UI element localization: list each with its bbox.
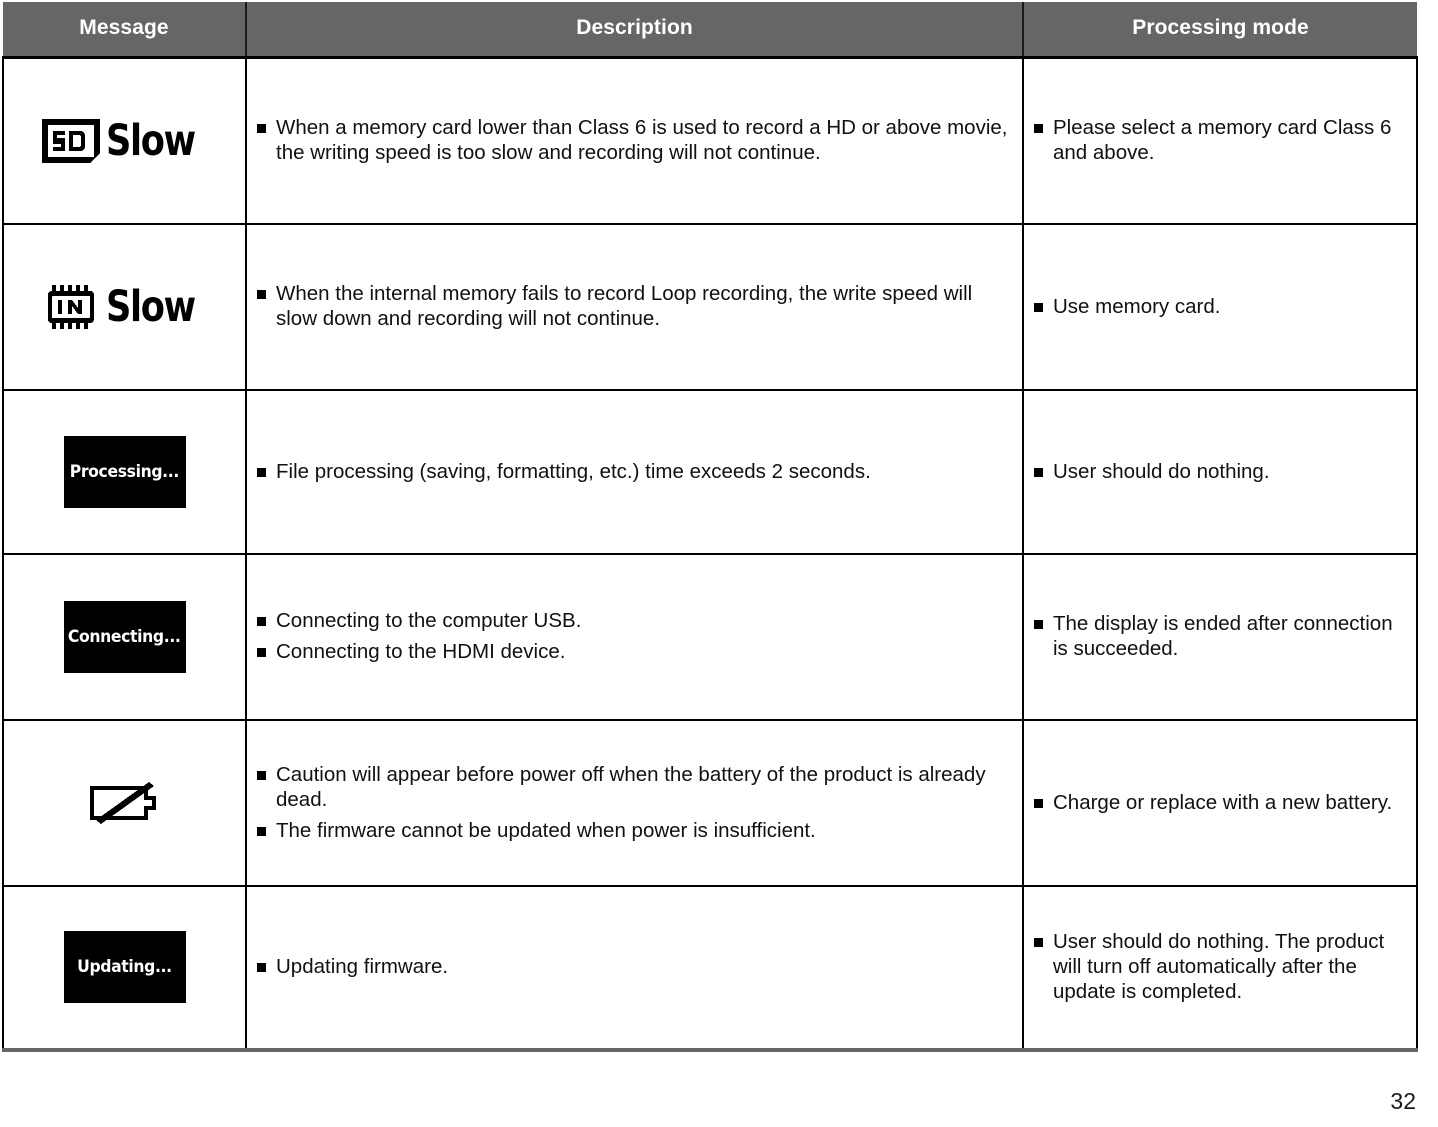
processing-bullet: Charge or replace with a new battery. [1034,790,1402,815]
processing-mode-cell: Use memory card. [1022,223,1418,391]
bullet-square-icon [257,826,266,836]
table-row: Slow When a memory card lower than Class… [2,56,1418,225]
description-text: Connecting to the computer USB. [276,609,582,632]
description-text: Caution will appear before power off whe… [276,762,986,811]
processing-mode-cell: User should do nothing. [1022,389,1418,555]
description-text: When the internal memory fails to record… [276,282,973,330]
battery-dead-icon [89,781,156,824]
description-bullet: The firmware cannot be updated when powe… [257,818,1014,843]
description-bullet: Updating firmware. [257,954,1014,979]
internal-slow-icon-group: Slow [42,282,207,331]
column-header-processing-mode: Processing mode [1023,2,1417,58]
processing-mode-cell: User should do nothing. The product will… [1022,885,1418,1052]
processing-bullet: User should do nothing. The product will… [1034,929,1402,1004]
bullet-square-icon [1034,467,1043,477]
processing-bullet: User should do nothing. [1034,459,1402,484]
bullet-square-icon [1034,798,1043,808]
bullet-square-icon [257,290,266,299]
lcd-screen: Connecting... [63,600,186,673]
connecting-lcd-icon: Connecting... [4,600,245,673]
processing-lcd-icon: Processing... [4,435,245,508]
processing-mode-cell: Please select a memory card Class 6 and … [1022,56,1418,225]
description-text: Connecting to the HDMI device. [276,640,566,663]
lcd-message-text: Updating... [77,957,172,977]
bullet-square-icon [257,124,266,134]
processing-mode-cell: The display is ended after connection is… [1022,553,1418,721]
updating-lcd-icon: Updating... [4,931,245,1003]
description-cell: Connecting to the computer USB. Connecti… [245,553,1024,721]
message-cell [2,719,247,887]
bullet-square-icon [257,770,266,780]
message-cell: Connecting... [2,553,247,721]
table-body: Slow When a memory card lower than Class… [2,56,1418,1052]
table-row: Caution will appear before power off whe… [2,719,1418,887]
message-cell: Updating... [2,885,247,1052]
processing-bullet: Please select a memory card Class 6 and … [1034,115,1402,165]
bullet-square-icon [257,467,266,477]
description-bullet: When the internal memory fails to record… [257,281,1014,331]
lcd-message-text: Processing... [69,461,180,482]
sd-card-badge-icon [42,118,101,163]
processing-text: User should do nothing. The product will… [1053,930,1385,1003]
table-row: Connecting... Connecting to the computer… [2,553,1418,721]
internal-memory-chip-icon [48,284,95,329]
bullet-square-icon [257,617,266,626]
sd-slow-icon-group: Slow [42,116,207,166]
description-bullet: Connecting to the computer USB. [257,608,1014,633]
processing-text: The display is ended after connection is… [1053,612,1393,660]
bullet-square-icon [1034,302,1043,312]
processing-text: Charge or replace with a new battery. [1053,790,1393,814]
description-text: File processing (saving, formatting, etc… [276,459,871,483]
bullet-square-icon [1034,620,1043,629]
column-header-description: Description [246,2,1024,58]
table-row: Slow When the internal memory fails to r… [2,223,1418,391]
processing-mode-cell: Charge or replace with a new battery. [1022,719,1418,887]
manual-page: Message Description Processing mode Slow… [0,2,1438,1127]
description-bullet: File processing (saving, formatting, etc… [257,459,1014,484]
description-cell: Updating firmware. [245,885,1024,1052]
internal-slow-label: Slow [106,282,196,331]
description-bullet: When a memory card lower than Class 6 is… [257,115,1014,165]
page-number: 32 [1390,1088,1416,1114]
table-header-row: Message Description Processing mode [3,2,1417,58]
sd-slow-icon: Slow [4,116,245,166]
message-cell: Slow [2,56,247,225]
bullet-square-icon [1034,938,1043,947]
description-text: Updating firmware. [276,955,449,978]
description-cell: When a memory card lower than Class 6 is… [245,56,1024,225]
processing-text: User should do nothing. [1053,459,1270,483]
processing-text: Use memory card. [1053,294,1221,318]
table-row: Processing... File processing (saving, f… [2,389,1418,555]
lcd-message-text: Connecting... [68,626,181,647]
description-cell: When the internal memory fails to record… [245,223,1024,391]
table-header: Message Description Processing mode [3,2,1417,58]
table-row: Updating... Updating firmware. User shou… [2,885,1418,1052]
description-bullet: Connecting to the HDMI device. [257,639,1014,664]
internal-memory-slow-icon: Slow [4,282,245,331]
bullet-square-icon [257,648,266,657]
processing-bullet: Use memory card. [1034,294,1402,319]
processing-text: Please select a memory card Class 6 and … [1053,116,1392,165]
column-header-message: Message [3,2,247,58]
description-cell: Caution will appear before power off whe… [245,719,1024,887]
bullet-square-icon [257,963,266,972]
description-text: When a memory card lower than Class 6 is… [276,116,1008,165]
processing-bullet: The display is ended after connection is… [1034,611,1402,661]
message-cell: Processing... [2,389,247,555]
message-cell: Slow [2,223,247,391]
lcd-screen: Updating... [63,931,186,1003]
description-cell: File processing (saving, formatting, etc… [245,389,1024,555]
description-bullet: Caution will appear before power off whe… [257,762,1014,812]
bullet-square-icon [1034,124,1043,134]
description-text: The firmware cannot be updated when powe… [276,818,816,842]
message-table: Message Description Processing mode Slow… [2,2,1418,1052]
battery-empty-icon [4,780,245,826]
sd-slow-label: Slow [106,116,196,166]
lcd-screen: Processing... [63,435,186,508]
